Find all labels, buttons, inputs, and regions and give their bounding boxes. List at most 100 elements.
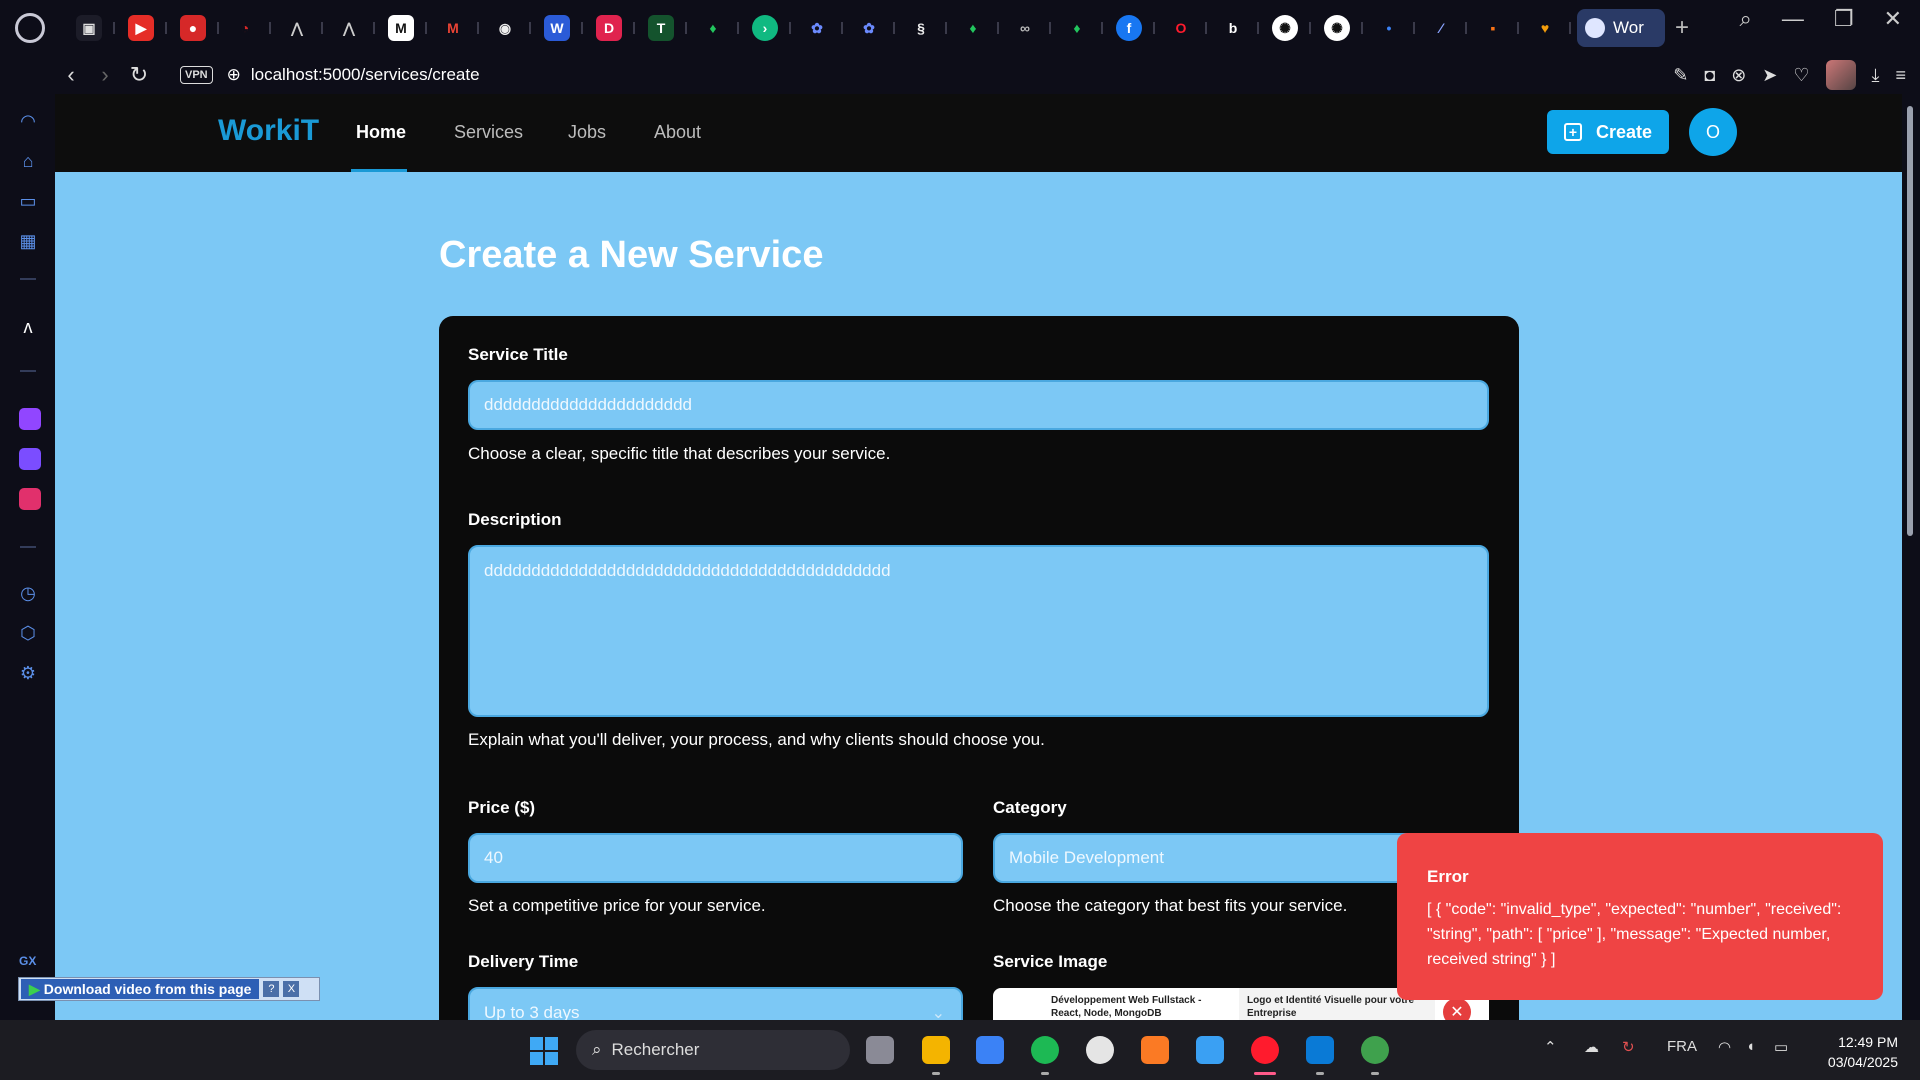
help-button[interactable]: ? (263, 981, 280, 997)
download-icon[interactable]: ⤓ (1872, 65, 1880, 86)
user-avatar[interactable]: O (1689, 108, 1737, 156)
tab-pen-icon[interactable]: ⁄ (1428, 15, 1467, 41)
tab-red-icon[interactable]: ● (180, 15, 219, 41)
heart-icon[interactable]: ♡ (1793, 65, 1809, 86)
m-chip-icon[interactable]: ▦ (17, 230, 39, 252)
edit-icon[interactable]: ✎ (1673, 65, 1688, 86)
download-video-button[interactable]: ▶ Download video from this page (21, 979, 260, 999)
tab-github-icon[interactable]: ◉ (492, 15, 531, 41)
price-input[interactable]: 40 (468, 833, 963, 883)
aria-icon[interactable]: ʌ (17, 316, 39, 338)
close-window-icon[interactable]: ✕ (1884, 6, 1902, 32)
page-scrollbar[interactable] (1902, 94, 1920, 1020)
active-tab[interactable]: Wor (1577, 9, 1665, 47)
tab-gamepad-icon[interactable]: ▣ (76, 15, 115, 41)
volume-icon[interactable]: ◖ (1746, 1038, 1755, 1055)
chatgpt-icon[interactable] (1086, 1036, 1114, 1064)
brand-logo[interactable]: WorkiT (218, 114, 319, 148)
preview-card-1: Développement Web Fullstack - React, Nod… (1051, 995, 1202, 1019)
tab-leaf-icon[interactable]: ♦ (700, 15, 739, 41)
block-icon[interactable]: ⊗ (1731, 65, 1746, 86)
tv-icon[interactable]: ▭ (17, 190, 39, 212)
site-info-globe-icon[interactable]: ⊕ (227, 65, 241, 85)
minimize-icon[interactable]: — (1782, 6, 1804, 32)
system-clock[interactable]: 12:49 PM 03/04/2025 (1810, 1032, 1898, 1072)
twitch-icon[interactable] (19, 408, 41, 430)
tab-opera-icon[interactable]: O (1168, 15, 1207, 41)
new-tab-plus-icon[interactable]: + (1669, 14, 1695, 41)
show-hidden-icons-chevron-icon[interactable]: ⌃ (1544, 1038, 1557, 1056)
tab-grid-icon[interactable]: ▪ (1480, 15, 1519, 41)
nav-about[interactable]: About (654, 122, 701, 143)
tab-word-icon[interactable]: W (544, 15, 583, 41)
url-field[interactable]: ⊕ localhost:5000/services/create (227, 65, 480, 85)
vpn-badge[interactable]: VPN (180, 66, 213, 84)
tab-gauge-icon[interactable]: ◔ (232, 15, 271, 41)
xampp-icon[interactable] (1141, 1036, 1169, 1064)
camera-icon[interactable]: ◘ (1704, 65, 1715, 86)
tab-youtube-icon[interactable]: ▶ (128, 15, 167, 41)
profile-avatar[interactable] (1825, 60, 1856, 90)
tab-d-icon[interactable]: D (596, 15, 635, 41)
wifi-icon[interactable]: ◠ (1718, 1038, 1731, 1056)
error-toast[interactable]: Error [ { "code": "invalid_type", "expec… (1397, 833, 1883, 1000)
task-view-icon[interactable] (866, 1036, 894, 1064)
speed-dial-icon[interactable]: ◠ (17, 110, 39, 132)
delivery-select[interactable]: Up to 3 days ⌄ (468, 987, 963, 1020)
scrollbar-thumb[interactable] (1907, 106, 1913, 536)
messenger-icon[interactable] (19, 448, 41, 470)
windows-start-icon[interactable] (530, 1037, 558, 1065)
create-button[interactable]: + Create (1547, 110, 1669, 154)
tab-codeium-icon[interactable]: ✿ (804, 15, 843, 41)
tab-chatgpt-icon[interactable]: ✺ (1272, 15, 1311, 41)
tab-facebook-icon[interactable]: f (1116, 15, 1155, 41)
opera-logo-icon[interactable] (15, 13, 45, 43)
menu-icon[interactable]: ≡ (1895, 65, 1906, 86)
tab-tree-icon[interactable]: ⋀ (284, 15, 323, 41)
tab-leaf2-icon[interactable]: ♦ (960, 15, 999, 41)
tab-t-icon[interactable]: T (648, 15, 687, 41)
description-textarea[interactable]: dddddddddddddddddddddddddddddddddddddddd… (468, 545, 1489, 717)
tab-loop-icon[interactable]: ∞ (1012, 15, 1051, 41)
tab-m-icon[interactable]: M (388, 15, 427, 41)
tab-b-icon[interactable]: b (1220, 15, 1259, 41)
mongodb-icon[interactable] (1361, 1036, 1389, 1064)
cube-icon[interactable]: ⬡ (17, 622, 39, 644)
tab-ss-icon[interactable]: § (908, 15, 947, 41)
onedrive-icon[interactable]: ☁ (1584, 1038, 1599, 1056)
bag-icon[interactable]: ⌂ (17, 150, 39, 172)
tab-chatgpt2-icon[interactable]: ✺ (1324, 15, 1363, 41)
maximize-icon[interactable]: ❐ (1834, 6, 1854, 32)
settings-gear-icon[interactable]: ⚙ (17, 662, 39, 684)
send-icon[interactable]: ➤ (1762, 65, 1777, 86)
tab-tree2-icon[interactable]: ⋀ (336, 15, 375, 41)
store-icon[interactable] (976, 1036, 1004, 1064)
tab-heart-icon[interactable]: ♥ (1532, 15, 1571, 41)
file-explorer-icon[interactable] (922, 1036, 950, 1064)
instagram-icon[interactable] (19, 488, 41, 510)
history-clock-icon[interactable]: ◷ (17, 582, 39, 604)
taskbar-search[interactable]: ⌕ Rechercher (576, 1030, 850, 1070)
notepad-icon[interactable] (1196, 1036, 1224, 1064)
tab-play-icon[interactable]: › (752, 15, 791, 41)
tab-leaf3-icon[interactable]: ♦ (1064, 15, 1103, 41)
tab-codeium2-icon[interactable]: ✿ (856, 15, 895, 41)
close-widget-button[interactable]: X (283, 981, 300, 997)
back-arrow-icon[interactable]: ‹ (54, 58, 88, 92)
vscode-icon[interactable] (1306, 1036, 1334, 1064)
forward-arrow-icon[interactable]: › (88, 58, 122, 92)
sync-icon[interactable]: ↻ (1622, 1038, 1635, 1056)
nav-jobs[interactable]: Jobs (568, 122, 606, 143)
nav-home[interactable]: Home (356, 122, 406, 143)
search-tabs-icon[interactable]: ⌕ (1740, 6, 1752, 32)
battery-icon[interactable]: ▭ (1774, 1038, 1788, 1056)
nav-services[interactable]: Services (454, 122, 523, 143)
reload-icon[interactable]: ↻ (122, 58, 156, 92)
opera-gx-icon[interactable] (1251, 1036, 1279, 1064)
remove-image-close-icon[interactable]: ✕ (1443, 998, 1471, 1020)
tab-dot-icon[interactable]: • (1376, 15, 1415, 41)
tab-gmail-icon[interactable]: M (440, 15, 479, 41)
language-indicator[interactable]: FRA (1667, 1038, 1697, 1055)
spotify-icon[interactable] (1031, 1036, 1059, 1064)
service-title-input[interactable]: dddddddddddddddddddddd (468, 380, 1489, 430)
